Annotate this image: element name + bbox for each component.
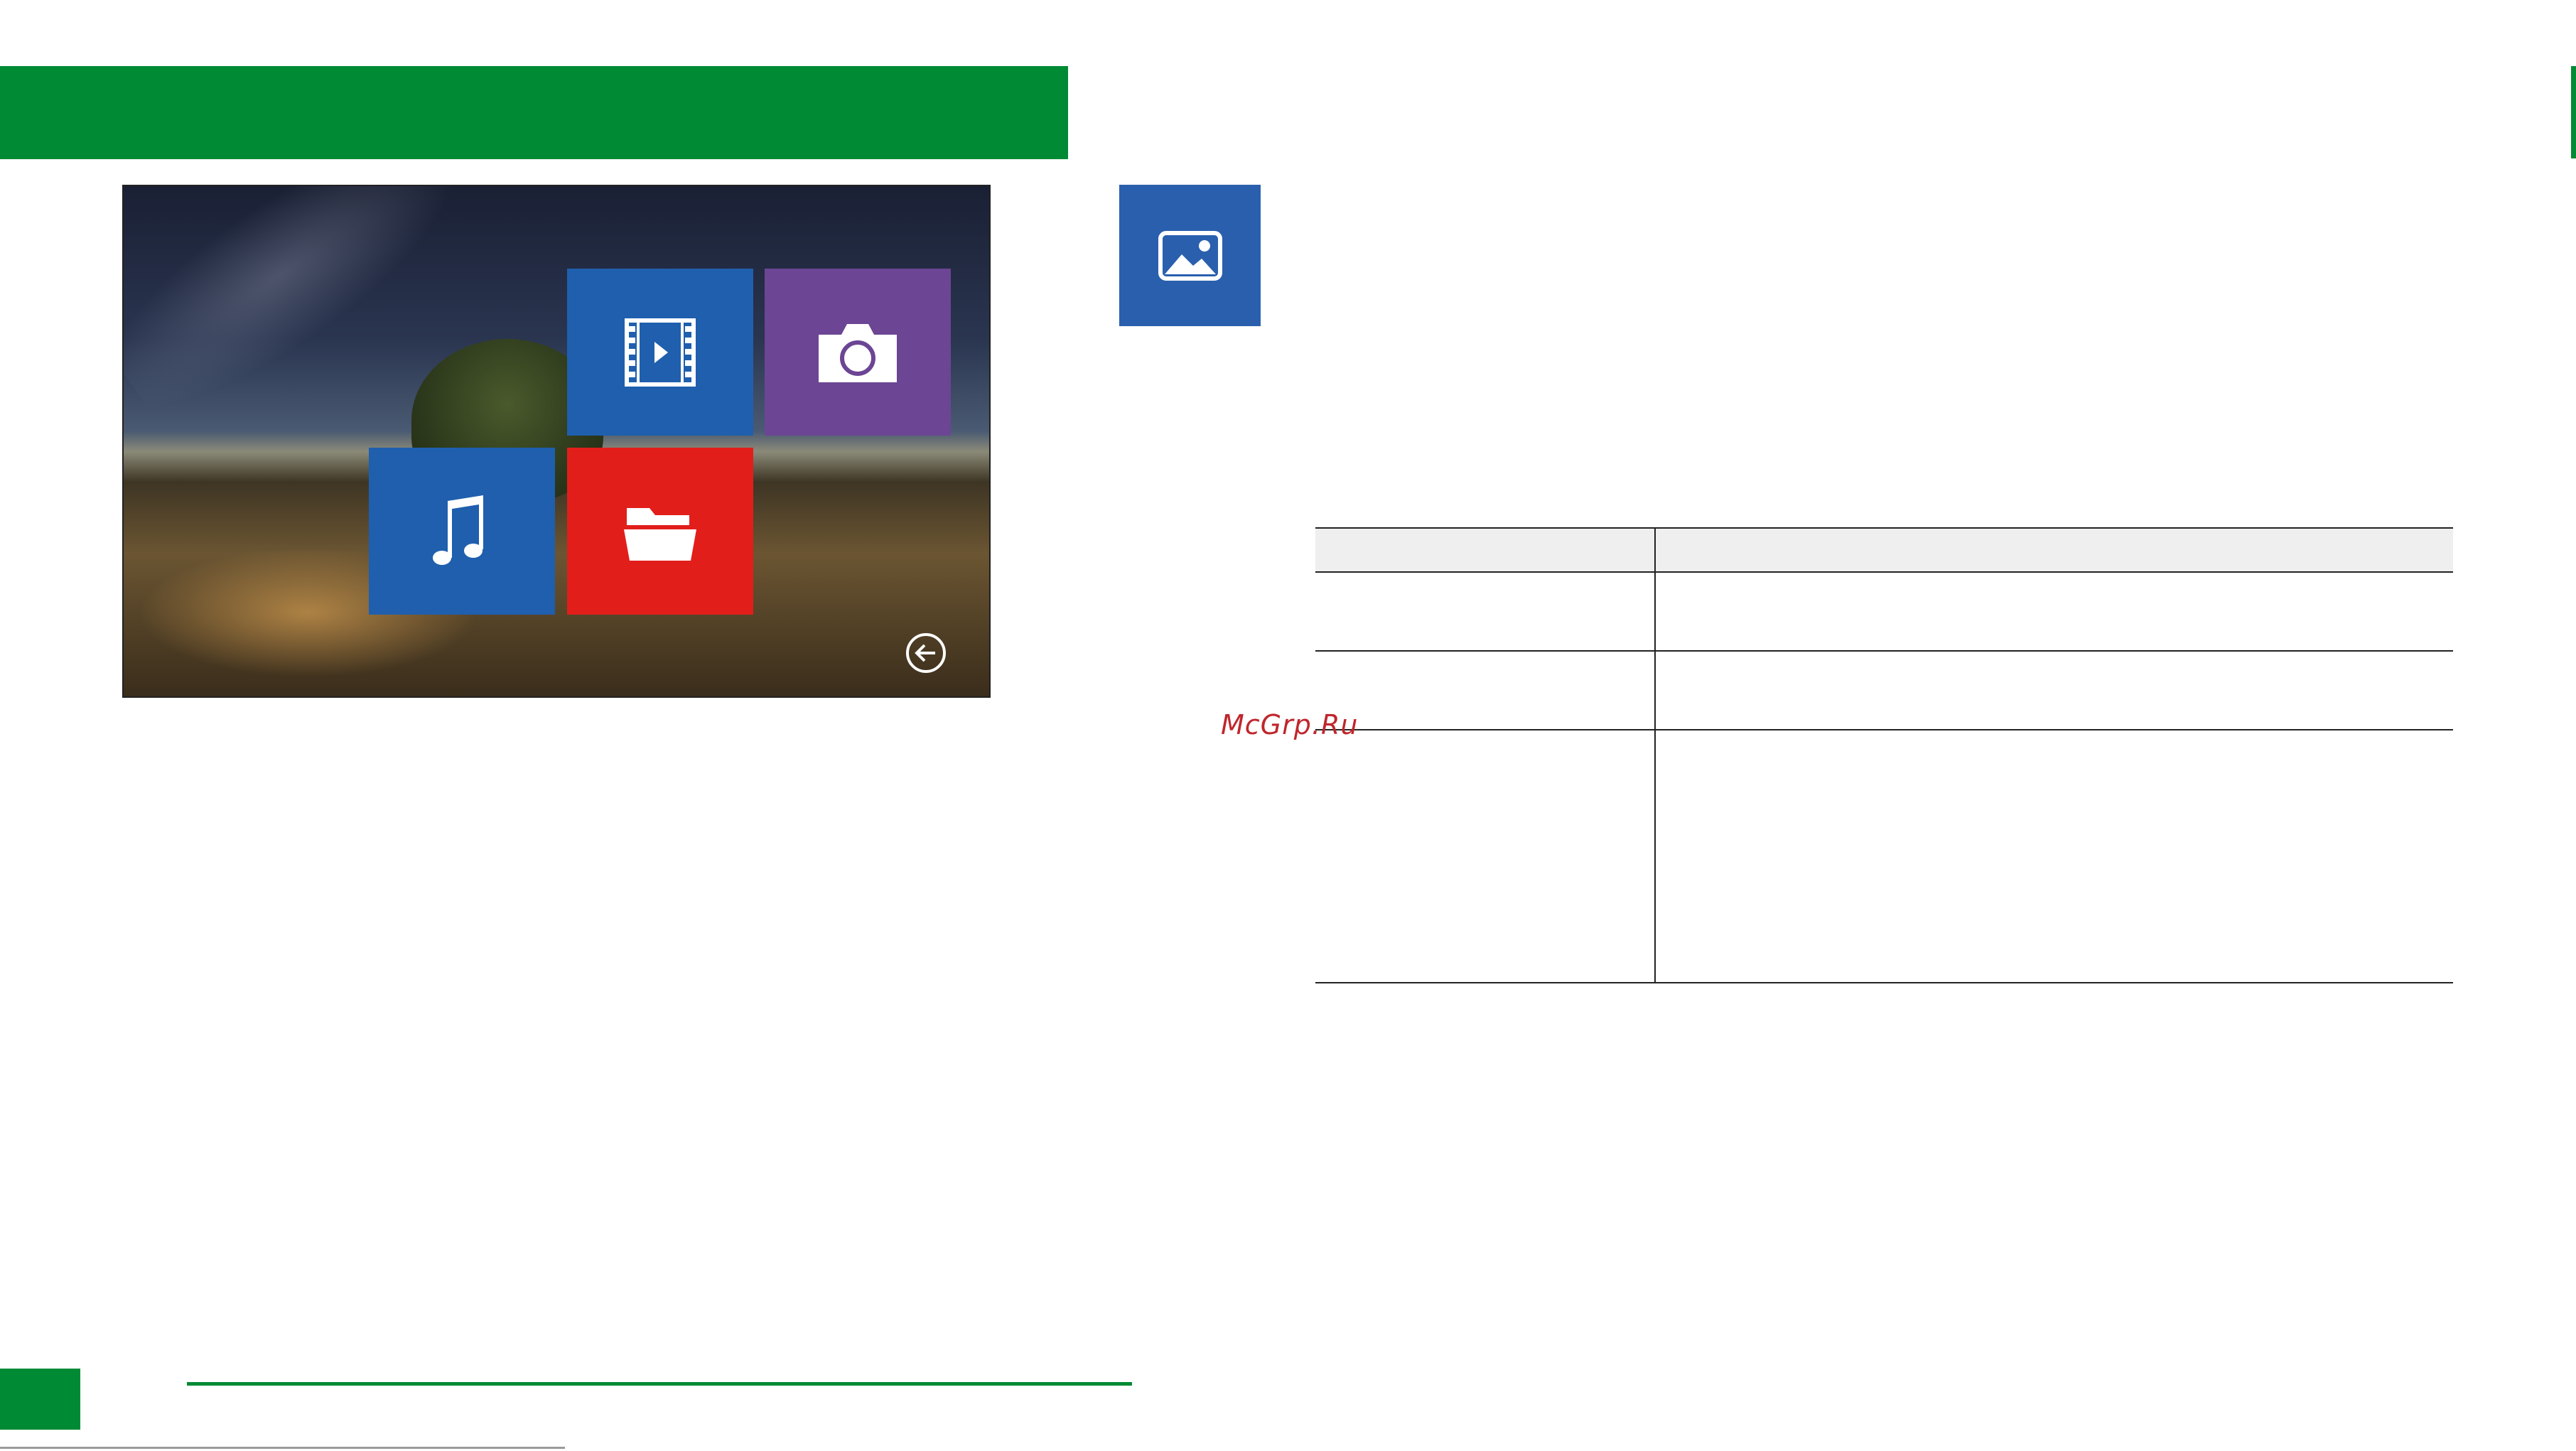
folder-tile[interactable] [567, 448, 753, 615]
table-rule [1315, 982, 2453, 983]
table-column-divider [1654, 527, 1656, 983]
table-rule [1315, 571, 2453, 573]
header-band [0, 66, 1068, 159]
function-table [1315, 527, 2453, 983]
photo-tile[interactable] [765, 269, 951, 436]
watermark: McGrp.Ru [1221, 709, 1359, 740]
back-button[interactable] [905, 632, 947, 674]
table-rule [1315, 650, 2453, 652]
open-folder-icon [624, 507, 696, 561]
page-number-block [0, 1369, 80, 1430]
media-menu-screenshot [122, 185, 991, 698]
bottom-rule [0, 1447, 565, 1449]
image-icon [1158, 230, 1222, 281]
film-play-icon [625, 318, 696, 387]
footer-rule [187, 1382, 1132, 1386]
photo-section-icon [1119, 185, 1261, 326]
back-arrow-icon [906, 633, 946, 673]
table-rule [1315, 729, 2453, 730]
table-header [1315, 527, 2453, 571]
video-tile[interactable] [567, 269, 753, 436]
music-tile[interactable] [369, 448, 555, 615]
music-note-icon [433, 495, 483, 565]
right-edge-band [2571, 66, 2576, 158]
camera-icon [819, 323, 897, 382]
table-rule [1315, 527, 2453, 529]
